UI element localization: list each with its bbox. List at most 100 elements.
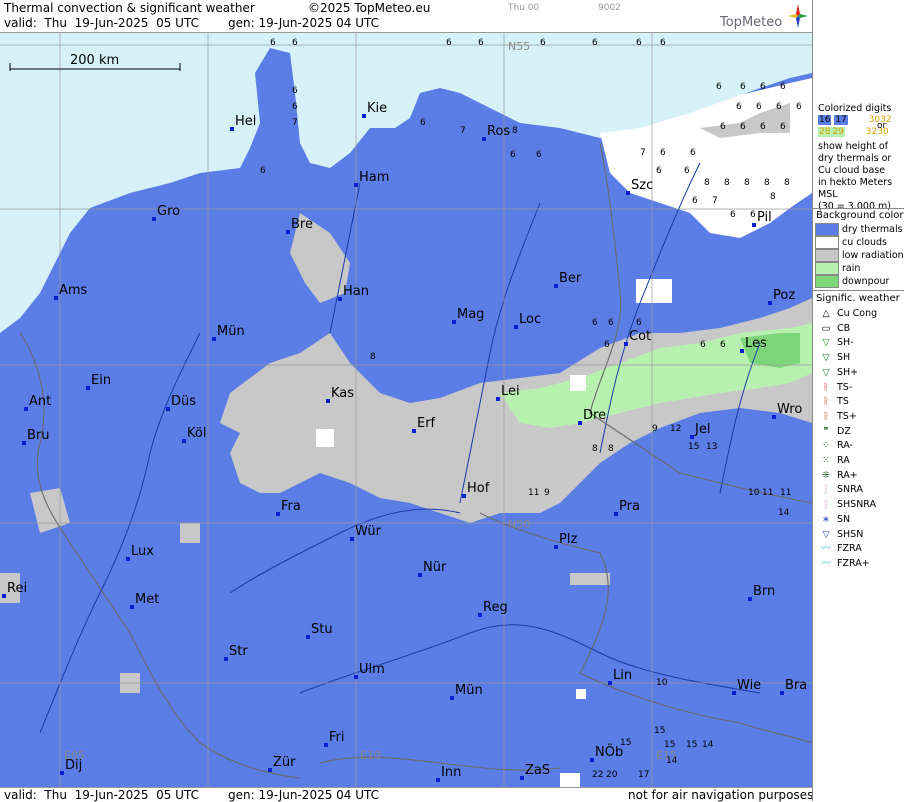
- weather-symbol-icon: ᚱ: [823, 396, 829, 408]
- legend-sig-item: 〰 FZRA+: [815, 557, 870, 570]
- thermal-digit: 9: [652, 424, 658, 434]
- legend-bg-item: cu clouds: [815, 236, 887, 249]
- city-label: ZaS: [525, 763, 550, 778]
- thermal-digit: 12: [670, 424, 681, 434]
- thermal-digit: 6: [776, 102, 782, 112]
- city-label: Rei: [7, 581, 27, 596]
- city-marker: [22, 441, 26, 445]
- scale-label: 200 km: [70, 53, 119, 68]
- thermal-digit: 6: [478, 38, 484, 48]
- legend-bg-label: low radiation: [842, 250, 904, 261]
- map-title: Thermal convection & significant weather: [4, 1, 255, 15]
- legend-sig-label: TS: [837, 396, 849, 408]
- legend-bg-item: downpour: [815, 275, 889, 288]
- legend-swatch: [815, 262, 839, 275]
- legend-sig-item: ᚱ TS: [815, 395, 849, 408]
- city-label: Cot: [629, 329, 651, 344]
- city-label: Fra: [281, 499, 301, 514]
- thermal-digit: 6: [292, 38, 298, 48]
- legend-line: show height of: [818, 141, 889, 152]
- city-label: Ber: [559, 271, 582, 286]
- city-marker: [614, 512, 618, 516]
- thermal-digit: 11: [780, 488, 791, 498]
- city-marker: [436, 778, 440, 782]
- thermal-digit: 6: [690, 148, 696, 158]
- city-label: Kas: [331, 386, 354, 401]
- legend-sig-item: ▽ SH+: [815, 366, 858, 379]
- thermal-digit: 8: [770, 192, 776, 202]
- thermal-digit: 11: [762, 488, 773, 498]
- thermal-digit: 14: [666, 756, 678, 766]
- compass-logo-icon: [788, 4, 808, 28]
- weather-symbol-icon: ▽: [822, 366, 830, 378]
- legend-sig-item: ᚱ TS+: [815, 410, 857, 423]
- thermal-digit: 6: [750, 210, 756, 220]
- city-marker: [54, 296, 58, 300]
- thermal-digit: 6: [660, 148, 666, 158]
- thermal-digit: 14: [778, 508, 790, 518]
- thermal-digit: 6: [740, 82, 746, 92]
- legend-bg-item: dry thermals: [815, 223, 903, 236]
- legend-sig-label: RA+: [837, 469, 858, 481]
- run-code: 9002: [598, 3, 621, 13]
- legend-panel: Colorized digits show height of dry therma…: [812, 0, 904, 801]
- legend-sig-item: ⁜ RA+: [815, 469, 858, 482]
- thermal-digit: 6: [740, 122, 746, 132]
- city-label: Inn: [441, 765, 461, 780]
- thermal-digit: 6: [760, 122, 766, 132]
- city-marker: [212, 337, 216, 341]
- footer-valid-time: valid: Thu 19-Jun-2025 05 UTC: [4, 788, 199, 802]
- thermal-digit: 8: [608, 444, 614, 454]
- thermal-digit: 7: [712, 196, 718, 206]
- thermal-digit: 6: [720, 340, 726, 350]
- legend-sig-label: RA-: [837, 440, 853, 452]
- legend-bg-label: dry thermals: [842, 224, 903, 235]
- legend-bg-label: rain: [842, 263, 861, 274]
- city-label: Ant: [29, 394, 51, 409]
- thermal-digit: 6: [292, 86, 298, 96]
- weather-symbol-icon: ⁘: [822, 440, 830, 452]
- legend-sig-label: FZRA+: [837, 557, 870, 569]
- legend-bg-title: Background color: [816, 210, 904, 221]
- city-label: Dij: [65, 758, 82, 773]
- city-label: Köl: [187, 426, 206, 441]
- legend-sig-item: 〰 FZRA: [815, 542, 861, 555]
- city-label: Ham: [359, 170, 389, 185]
- city-label: Lin: [613, 668, 632, 683]
- weather-map[interactable]: N55 N50 E05 E10 E15 200 km 66666666667678667…: [0, 33, 812, 787]
- city-label: Erf: [417, 416, 436, 431]
- legend-swatch: [815, 275, 839, 288]
- city-label: Düs: [171, 394, 196, 409]
- low-radiation-cell: [570, 573, 610, 585]
- thermal-digit: 7: [640, 148, 646, 158]
- cu-cell: [316, 429, 334, 447]
- legend-sig-label: TS+: [837, 410, 857, 422]
- city-marker: [2, 594, 6, 598]
- legend-sig-item: ▭ CB: [815, 322, 851, 335]
- weather-symbol-icon: △: [822, 308, 830, 319]
- thermal-digit: 14: [702, 740, 714, 750]
- thermal-digit: 6: [736, 102, 742, 112]
- city-label: Met: [135, 592, 159, 607]
- legend-sig-label: SNRA: [837, 484, 863, 496]
- legend-sig-label: RA: [837, 455, 850, 466]
- weather-symbol-icon: ᚱ: [823, 410, 829, 422]
- city-label: Bra: [785, 678, 807, 693]
- thermal-digit: 6: [780, 122, 786, 132]
- thermal-digit: 6: [720, 122, 726, 132]
- thermal-digit: 10: [656, 678, 668, 688]
- thermal-digit: 6: [692, 196, 698, 206]
- thermal-digit: 6: [716, 82, 722, 92]
- cu-cell: [570, 375, 586, 391]
- legend-line: Colorized digits: [818, 103, 892, 114]
- city-marker: [412, 429, 416, 433]
- city-marker: [286, 230, 290, 234]
- city-label: Bre: [291, 217, 313, 232]
- weather-symbol-icon: ❞: [823, 425, 829, 437]
- city-label: Poz: [773, 288, 795, 303]
- city-marker: [182, 439, 186, 443]
- city-label: Han: [343, 284, 369, 299]
- city-marker: [166, 407, 170, 411]
- legend-sig-item: ᚱ TS-: [815, 381, 852, 394]
- legend-swatch: [815, 223, 839, 236]
